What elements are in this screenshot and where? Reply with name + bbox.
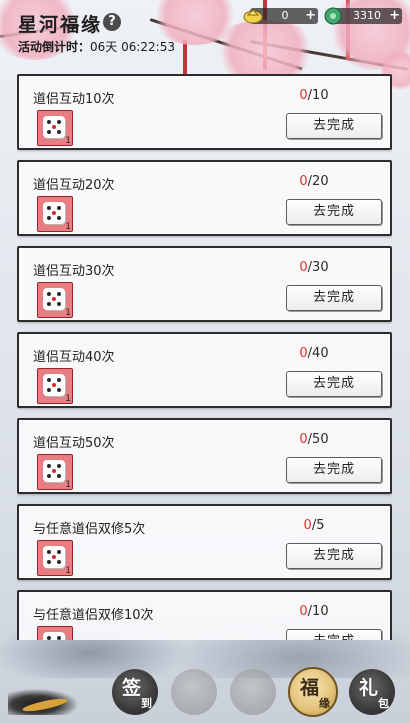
- nav-fortune-button[interactable]: 福 缘: [288, 667, 338, 717]
- go-complete-button[interactable]: 去完成: [286, 285, 382, 311]
- task-progress-current: 0: [299, 346, 308, 361]
- nav-tab-2[interactable]: [171, 669, 217, 715]
- task-progress-current: 0: [303, 518, 312, 533]
- task-card: 道侣互动50次 0/50 1 去完成: [17, 418, 392, 494]
- header: 星河福缘 ? 活动倒计时：06天 06:22:53 0 + 3310 +: [0, 0, 410, 58]
- countdown-label: 活动倒计时：: [18, 40, 91, 54]
- task-name: 道侣互动50次: [33, 436, 115, 451]
- task-card: 与任意道侣双修5次 0/5 1 去完成: [17, 504, 392, 580]
- task-progress-current: 0: [299, 604, 308, 619]
- dice-icon: [43, 632, 65, 640]
- task-card: 与任意道侣双修10次 0/10 1 去完成: [17, 590, 392, 640]
- task-card: 道侣互动10次 0/10 1 去完成: [17, 74, 392, 150]
- currency-jade-value: 3310: [353, 9, 381, 22]
- reward-item[interactable]: 1: [37, 454, 73, 490]
- reward-quantity: 1: [65, 480, 71, 490]
- task-progress-target: /10: [307, 604, 329, 619]
- task-progress-target: /50: [307, 432, 329, 447]
- gold-token-icon: [243, 9, 263, 24]
- nav-tab-3[interactable]: [230, 669, 276, 715]
- reward-item[interactable]: 1: [37, 540, 73, 576]
- reward-quantity: 1: [65, 308, 71, 318]
- nav-fortune-sublabel: 缘: [319, 697, 330, 710]
- add-jade-button[interactable]: +: [389, 8, 400, 24]
- nav-sign-in-label: 签: [122, 677, 142, 699]
- bottom-nav: 签 到 福 缘 礼 包: [0, 661, 410, 723]
- task-progress-current: 0: [299, 432, 308, 447]
- reward-quantity: 1: [65, 394, 71, 404]
- go-complete-button[interactable]: 去完成: [286, 543, 382, 569]
- currency-jade: 3310 +: [324, 7, 402, 25]
- jade-token-icon: [324, 7, 342, 25]
- countdown: 活动倒计时：06天 06:22:53: [18, 38, 175, 55]
- reward-item[interactable]: 1: [37, 282, 73, 318]
- task-progress: 0/20: [259, 174, 369, 189]
- task-progress: 0/10: [259, 88, 369, 103]
- task-name: 道侣互动20次: [33, 178, 115, 193]
- help-icon[interactable]: ?: [103, 13, 121, 31]
- nav-gift-sublabel: 包: [378, 697, 389, 710]
- task-card: 道侣互动20次 0/20 1 去完成: [17, 160, 392, 236]
- reward-item[interactable]: 1: [37, 368, 73, 404]
- dice-icon: [43, 116, 65, 138]
- task-progress: 0/40: [259, 346, 369, 361]
- dice-icon: [43, 288, 65, 310]
- task-list[interactable]: 道侣互动10次 0/10 1 去完成 道侣互动20次 0/20 1 去完成 道侣…: [17, 74, 392, 640]
- go-complete-button[interactable]: 去完成: [286, 629, 382, 640]
- task-progress-current: 0: [299, 88, 308, 103]
- task-progress-target: /10: [307, 88, 329, 103]
- task-name: 与任意道侣双修5次: [33, 522, 146, 537]
- task-name: 道侣互动30次: [33, 264, 115, 279]
- go-complete-button[interactable]: 去完成: [286, 371, 382, 397]
- reward-item[interactable]: 1: [37, 110, 73, 146]
- task-progress: 0/30: [259, 260, 369, 275]
- reward-quantity: 1: [65, 222, 71, 232]
- task-progress-target: /20: [307, 174, 329, 189]
- reward-item[interactable]: 1: [37, 626, 73, 640]
- page-title: 星河福缘: [18, 14, 103, 36]
- currency-gold-value: 0: [281, 9, 289, 22]
- dice-icon: [43, 202, 65, 224]
- task-card: 道侣互动40次 0/40 1 去完成: [17, 332, 392, 408]
- reward-quantity: 1: [65, 136, 71, 146]
- task-progress: 0/5: [259, 518, 369, 533]
- dice-icon: [43, 460, 65, 482]
- reward-quantity: 1: [65, 566, 71, 576]
- task-progress: 0/50: [259, 432, 369, 447]
- nav-gift-label: 礼: [359, 677, 379, 699]
- go-complete-button[interactable]: 去完成: [286, 199, 382, 225]
- task-card: 道侣互动30次 0/30 1 去完成: [17, 246, 392, 322]
- task-name: 与任意道侣双修10次: [33, 608, 154, 623]
- dice-icon: [43, 546, 65, 568]
- task-progress-current: 0: [299, 174, 308, 189]
- dice-icon: [43, 374, 65, 396]
- task-progress: 0/10: [259, 604, 369, 619]
- nav-fortune-label: 福: [300, 677, 320, 699]
- task-progress-target: /5: [311, 518, 325, 533]
- add-gold-button[interactable]: +: [305, 8, 316, 24]
- go-complete-button[interactable]: 去完成: [286, 457, 382, 483]
- reward-item[interactable]: 1: [37, 196, 73, 232]
- task-name: 道侣互动40次: [33, 350, 115, 365]
- nav-sign-in-button[interactable]: 签 到: [112, 669, 158, 715]
- countdown-value: 06天 06:22:53: [90, 40, 175, 54]
- currency-gold: 0 +: [243, 8, 318, 24]
- task-name: 道侣互动10次: [33, 92, 115, 107]
- go-complete-button[interactable]: 去完成: [286, 113, 382, 139]
- nav-gift-button[interactable]: 礼 包: [349, 669, 395, 715]
- task-progress-current: 0: [299, 260, 308, 275]
- task-progress-target: /40: [307, 346, 329, 361]
- task-progress-target: /30: [307, 260, 329, 275]
- nav-sign-in-sublabel: 到: [141, 697, 152, 710]
